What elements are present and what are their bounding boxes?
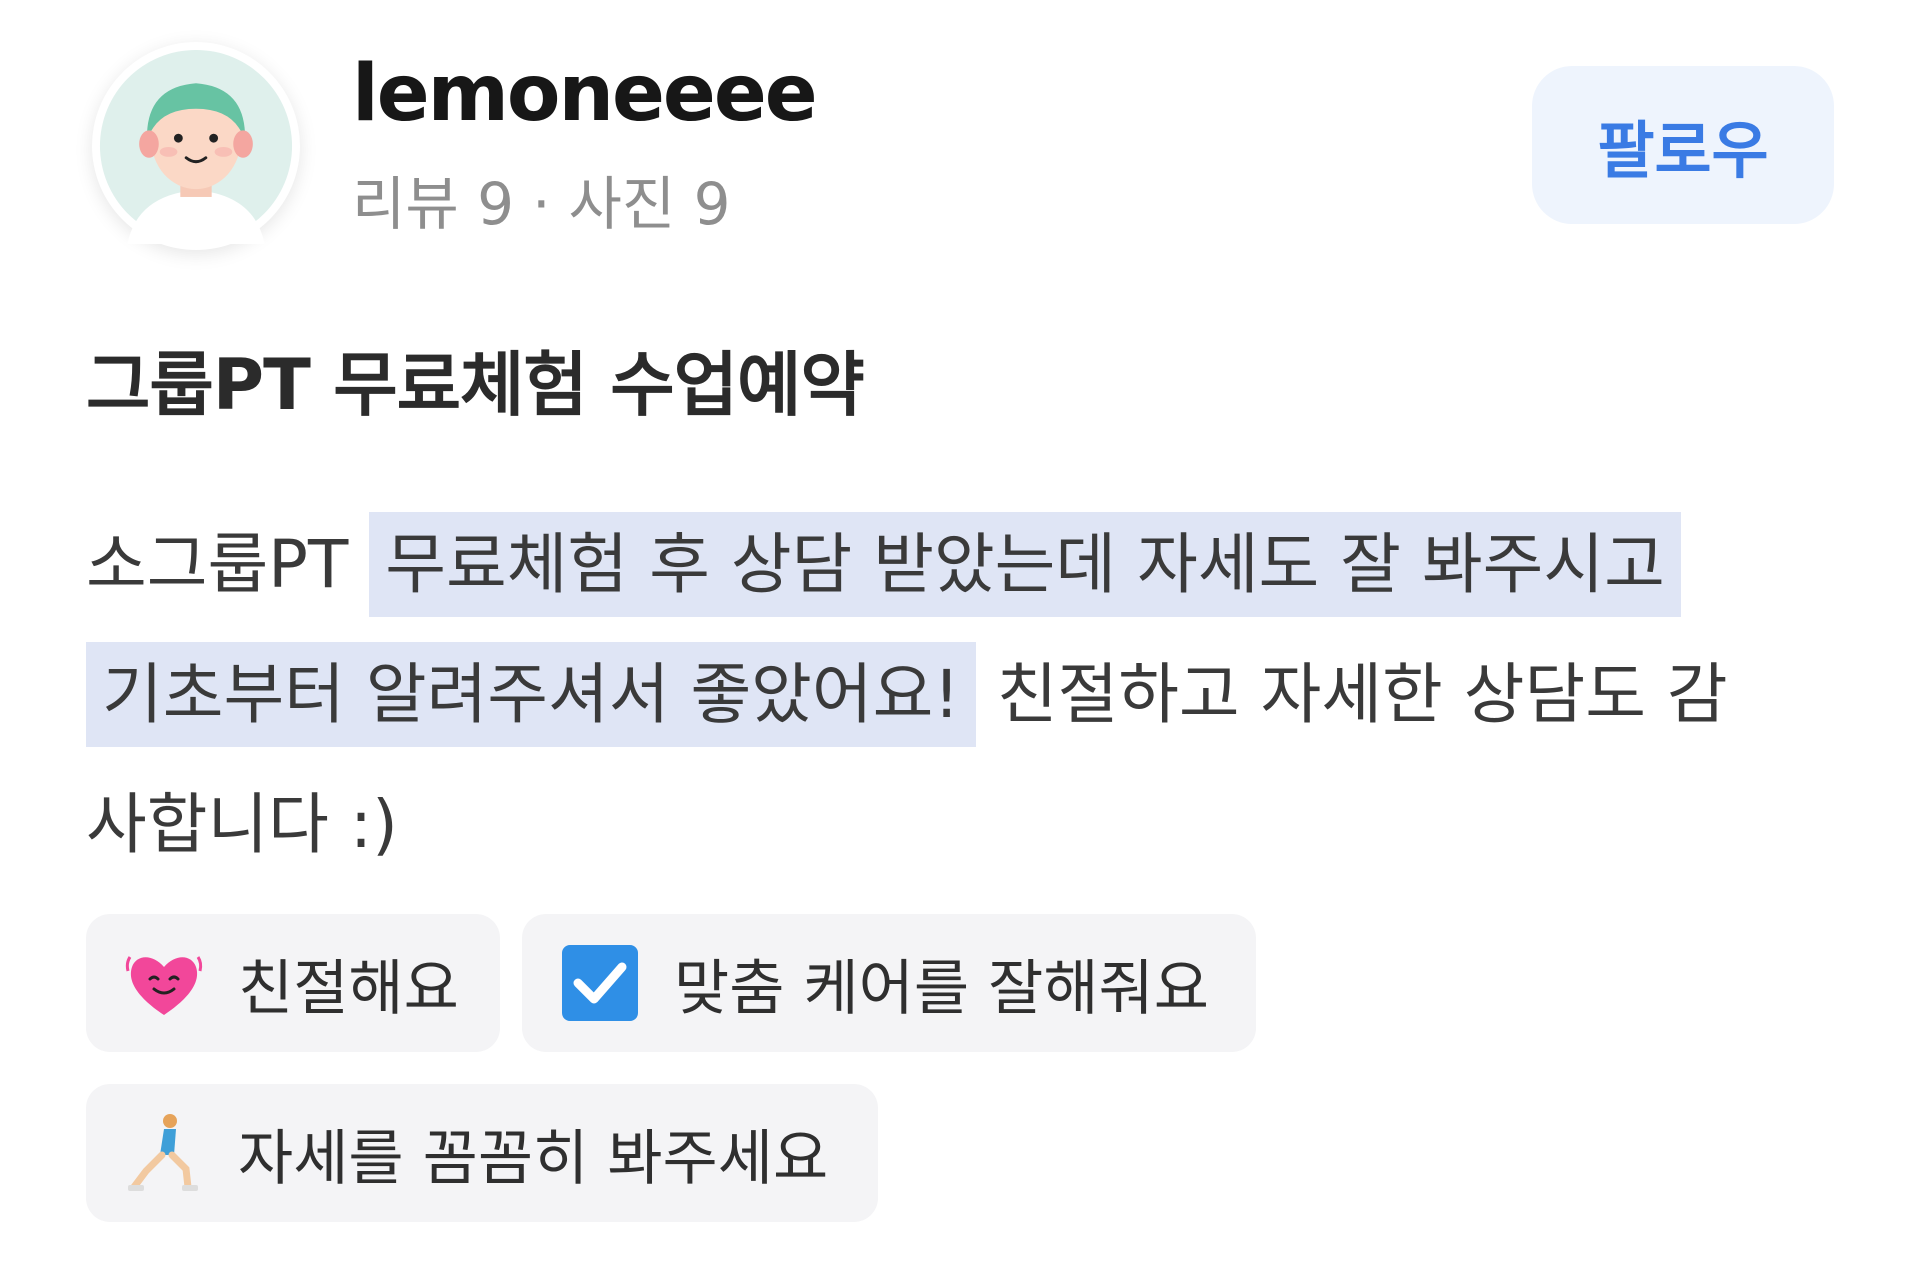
username[interactable]: lemoneeee bbox=[352, 48, 818, 140]
tag-label: 맞춤 케어를 잘해줘요 bbox=[674, 953, 1209, 1024]
stats-separator: · bbox=[532, 170, 551, 238]
review-text-plain: 소그룹PT bbox=[86, 526, 370, 603]
photo-count: 사진 9 bbox=[568, 170, 731, 238]
review-text-highlight: 기초부터 알려주셔서 좋았어요! bbox=[86, 642, 976, 747]
follow-button[interactable]: 팔로우 bbox=[1532, 66, 1834, 224]
profile-stats: 리뷰 9 · 사진 9 bbox=[352, 168, 731, 240]
review-text-highlight: 무료체험 후 상담 받았는데 자세도 잘 봐주시고 bbox=[369, 512, 1681, 617]
tag-custom-care[interactable]: 맞춤 케어를 잘해줘요 bbox=[522, 914, 1256, 1052]
tag-posture-check[interactable]: 자세를 꼼꼼히 봐주세요 bbox=[86, 1084, 878, 1222]
review-line: 소그룹PT 무료체험 후 상담 받았는데 자세도 잘 봐주시고 bbox=[86, 500, 1886, 630]
tag-label: 친절해요 bbox=[238, 953, 459, 1024]
avatar-illustration-icon bbox=[99, 49, 293, 244]
tag-label: 자세를 꼼꼼히 봐주세요 bbox=[238, 1123, 829, 1194]
review-count: 리뷰 9 bbox=[352, 170, 515, 238]
review-text-tail: 친절하고 자세한 상담도 감 bbox=[975, 656, 1728, 733]
avatar[interactable] bbox=[92, 42, 300, 250]
checkbox-icon bbox=[560, 943, 640, 1023]
review-line: 기초부터 알려주셔서 좋았어요! 친절하고 자세한 상담도 감 bbox=[86, 630, 1886, 760]
heart-face-icon bbox=[124, 943, 204, 1023]
review-line: 사합니다 :) bbox=[86, 760, 1886, 890]
review-text-plain: 사합니다 :) bbox=[86, 786, 398, 863]
review-text: 소그룹PT 무료체험 후 상담 받았는데 자세도 잘 봐주시고 기초부터 알려주… bbox=[86, 500, 1886, 890]
post-title: 그룹PT 무료체험 수업예약 bbox=[86, 344, 865, 426]
tag-friendly[interactable]: 친절해요 bbox=[86, 914, 500, 1052]
lunge-person-icon bbox=[124, 1113, 204, 1193]
